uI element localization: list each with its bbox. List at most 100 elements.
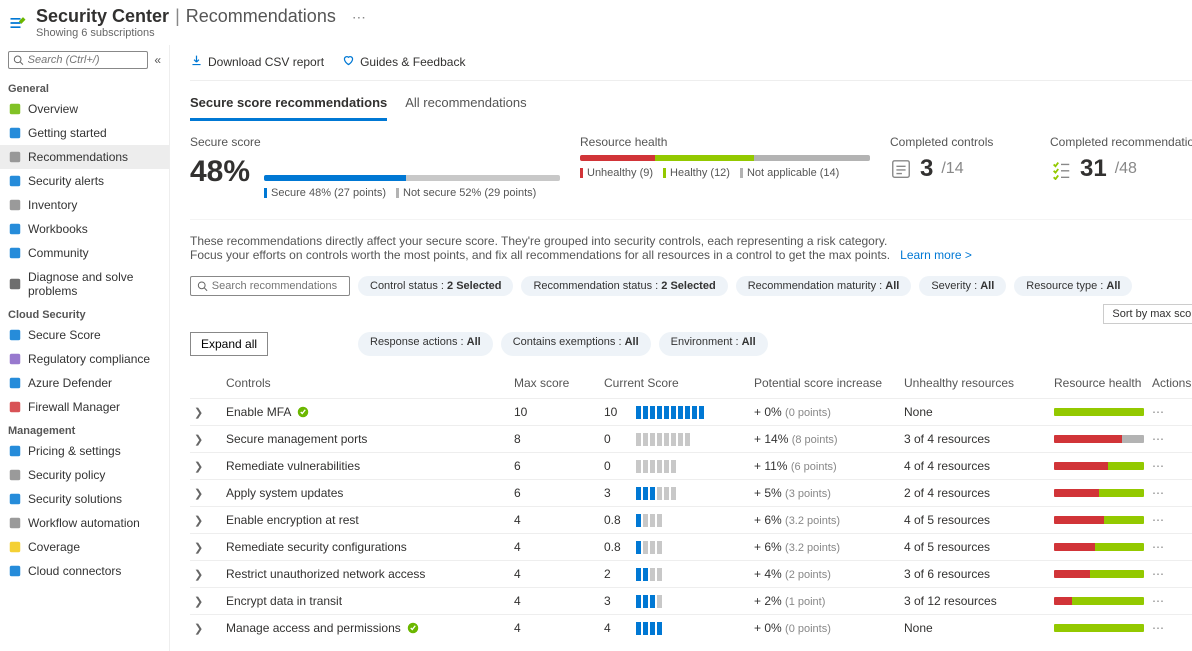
- row-actions-icon[interactable]: ⋯: [1152, 621, 1164, 635]
- filter-search-box[interactable]: [190, 276, 350, 296]
- sidebar-item-workflow-automation[interactable]: Workflow automation: [0, 511, 169, 535]
- sidebar-item-security-solutions[interactable]: Security solutions: [0, 487, 169, 511]
- sidebar-item-regulatory-compliance[interactable]: Regulatory compliance: [0, 347, 169, 371]
- gear-icon: [8, 468, 22, 482]
- chevron-right-icon[interactable]: ❯: [194, 595, 210, 608]
- table-row[interactable]: ❯Enable encryption at rest 40.8+ 6% (3.2…: [190, 506, 1192, 533]
- filter-pill[interactable]: Contains exemptions : All: [501, 332, 651, 356]
- chevron-right-icon[interactable]: ❯: [194, 568, 210, 581]
- guides-feedback-button[interactable]: Guides & Feedback: [342, 54, 465, 70]
- sidebar-group: Cloud Security: [0, 303, 169, 323]
- description: These recommendations directly affect yo…: [190, 220, 1192, 268]
- sidebar-item-firewall-manager[interactable]: Firewall Manager: [0, 395, 169, 419]
- sidebar-item-pricing-settings[interactable]: Pricing & settings: [0, 439, 169, 463]
- sidebar-item-azure-defender[interactable]: Azure Defender: [0, 371, 169, 395]
- table-row[interactable]: ❯Encrypt data in transit 43+ 2% (1 point…: [190, 587, 1192, 614]
- shield-alert-icon: [8, 174, 22, 188]
- sidebar-item-security-alerts[interactable]: Security alerts: [0, 169, 169, 193]
- summary-row: Secure score 48% Secure 48% (27 points) …: [190, 121, 1192, 220]
- badge-icon: [8, 352, 22, 366]
- tab-all-recommendations[interactable]: All recommendations: [405, 91, 526, 121]
- row-actions-icon[interactable]: ⋯: [1152, 459, 1164, 473]
- row-actions-icon[interactable]: ⋯: [1152, 432, 1164, 446]
- main-content: Download CSV report Guides & Feedback Se…: [170, 45, 1192, 651]
- search-icon: [13, 54, 24, 66]
- table-row[interactable]: ❯Apply system updates 63+ 5% (3 points)2…: [190, 479, 1192, 506]
- defender-icon: [8, 376, 22, 390]
- box-icon: [8, 198, 22, 212]
- sidebar-item-overview[interactable]: Overview: [0, 97, 169, 121]
- table-row[interactable]: ❯Remediate security configurations 40.8+…: [190, 533, 1192, 560]
- resource-health-card: Resource health Unhealthy (9) Healthy (1…: [580, 135, 870, 199]
- product-title: Security Center: [36, 6, 169, 27]
- tabs: Secure score recommendations All recomme…: [190, 81, 1192, 121]
- row-actions-icon[interactable]: ⋯: [1152, 405, 1164, 419]
- table-row[interactable]: ❯Enable MFA 1010+ 0% (0 points)None⋯: [190, 398, 1192, 425]
- controls-table: Controls Max score Current Score Potenti…: [190, 366, 1192, 641]
- download-icon: [190, 54, 203, 70]
- row-actions-icon[interactable]: ⋯: [1152, 513, 1164, 527]
- more-menu[interactable]: ⋯: [352, 9, 366, 26]
- table-row[interactable]: ❯Secure management ports 80+ 14% (8 poin…: [190, 425, 1192, 452]
- resource-health-bar: [580, 155, 870, 161]
- security-center-icon: [8, 13, 28, 33]
- chevron-right-icon[interactable]: ❯: [194, 541, 210, 554]
- chevron-right-icon[interactable]: ❯: [194, 460, 210, 473]
- people-icon: [8, 246, 22, 260]
- filter-pill[interactable]: Recommendation status : 2 Selected: [521, 276, 727, 296]
- filter-pill[interactable]: Resource type : All: [1014, 276, 1132, 296]
- completed-controls-card: Completed controls 3/14: [890, 135, 1030, 199]
- sidebar-item-coverage[interactable]: Coverage: [0, 535, 169, 559]
- table-row[interactable]: ❯Restrict unauthorized network access 42…: [190, 560, 1192, 587]
- chevron-right-icon[interactable]: ❯: [194, 406, 210, 419]
- search-input[interactable]: [28, 54, 144, 66]
- filter-pill[interactable]: Severity : All: [919, 276, 1006, 296]
- firewall-icon: [8, 400, 22, 414]
- sidebar-item-inventory[interactable]: Inventory: [0, 193, 169, 217]
- cloud-icon: [8, 564, 22, 578]
- download-csv-button[interactable]: Download CSV report: [190, 54, 324, 70]
- search-icon: [197, 280, 208, 292]
- chevron-right-icon[interactable]: ❯: [194, 622, 210, 635]
- sidebar-item-community[interactable]: Community: [0, 241, 169, 265]
- sidebar-group: General: [0, 77, 169, 97]
- table-row[interactable]: ❯Remediate vulnerabilities 60+ 11% (6 po…: [190, 452, 1192, 479]
- chevron-right-icon[interactable]: ❯: [194, 514, 210, 527]
- rocket-icon: [8, 126, 22, 140]
- learn-more-link[interactable]: Learn more >: [900, 248, 972, 262]
- checklist-icon: [890, 158, 912, 180]
- sidebar-item-cloud-connectors[interactable]: Cloud connectors: [0, 559, 169, 583]
- check-icon: [297, 406, 309, 418]
- table-header: Controls Max score Current Score Potenti…: [190, 366, 1192, 398]
- sidebar-item-getting-started[interactable]: Getting started: [0, 121, 169, 145]
- subtitle: Showing 6 subscriptions: [36, 27, 366, 39]
- filter-pill[interactable]: Control status : 2 Selected: [358, 276, 513, 296]
- filter-pill[interactable]: Environment : All: [659, 332, 768, 356]
- sort-dropdown[interactable]: Sort by max score: [1103, 304, 1192, 324]
- table-row[interactable]: ❯Manage access and permissions 44+ 0% (0…: [190, 614, 1192, 641]
- sidebar-item-secure-score[interactable]: Secure Score: [0, 323, 169, 347]
- tab-secure-score[interactable]: Secure score recommendations: [190, 91, 387, 121]
- sidebar-item-security-policy[interactable]: Security policy: [0, 463, 169, 487]
- filter-search-input[interactable]: [212, 280, 343, 292]
- expand-all-button[interactable]: Expand all: [190, 332, 268, 356]
- row-actions-icon[interactable]: ⋯: [1152, 486, 1164, 500]
- sidebar-item-diagnose-and-solve-problems[interactable]: Diagnose and solve problems: [0, 265, 169, 303]
- check-icon: [407, 622, 419, 634]
- search-box[interactable]: [8, 51, 148, 69]
- row-actions-icon[interactable]: ⋯: [1152, 567, 1164, 581]
- sidebar-item-workbooks[interactable]: Workbooks: [0, 217, 169, 241]
- page-title: Recommendations: [186, 6, 336, 27]
- wrench-icon: [8, 277, 22, 291]
- book-icon: [8, 222, 22, 236]
- chevron-right-icon[interactable]: ❯: [194, 433, 210, 446]
- filter-pill[interactable]: Recommendation maturity : All: [736, 276, 912, 296]
- collapse-sidebar-icon[interactable]: «: [152, 51, 163, 69]
- row-actions-icon[interactable]: ⋯: [1152, 540, 1164, 554]
- row-actions-icon[interactable]: ⋯: [1152, 594, 1164, 608]
- chevron-right-icon[interactable]: ❯: [194, 487, 210, 500]
- heart-icon: [342, 54, 355, 70]
- filter-pill[interactable]: Response actions : All: [358, 332, 493, 356]
- sidebar-item-recommendations[interactable]: Recommendations: [0, 145, 169, 169]
- toolbar: Download CSV report Guides & Feedback: [190, 50, 1192, 81]
